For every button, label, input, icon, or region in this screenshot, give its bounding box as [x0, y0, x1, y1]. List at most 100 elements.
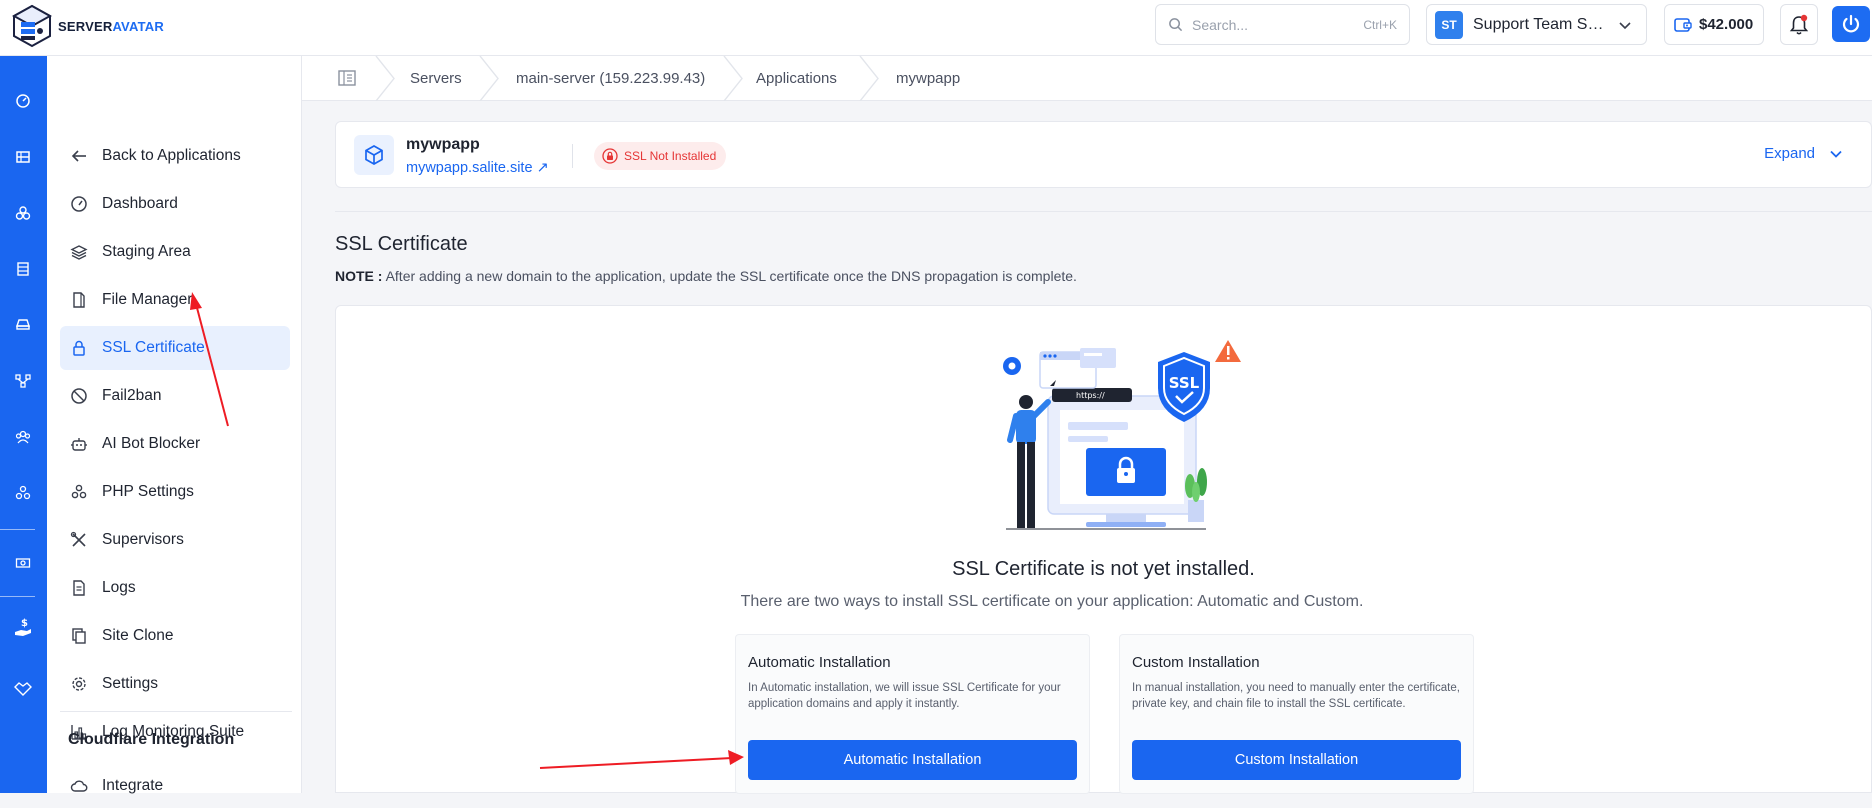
breadcrumb-applications[interactable]: Applications	[756, 56, 837, 101]
svg-text:$: $	[21, 618, 28, 629]
rail-billing-icon[interactable]	[6, 546, 40, 580]
breadcrumb-separator-icon	[479, 56, 499, 101]
app-name: mywpapp	[406, 136, 480, 153]
ssl-illustration: https:// SSL	[1003, 340, 1241, 530]
dns-note: NOTE : After adding a new domain to the …	[335, 268, 1077, 284]
sidebar-item-label: Supervisors	[102, 531, 184, 548]
expand-button[interactable]: Expand	[1764, 145, 1843, 162]
copy-icon	[72, 628, 86, 644]
sidebar-divider	[60, 711, 292, 712]
sidebar-item-logs[interactable]: Logs	[60, 566, 290, 610]
sidebar-item-label: Settings	[102, 675, 159, 692]
brand-name: SERVERAVATAR	[58, 18, 164, 34]
custom-installation-button[interactable]: Custom Installation	[1132, 740, 1461, 780]
sidebar-item-staging-area[interactable]: Staging Area	[60, 230, 290, 274]
rail-storage-icon[interactable]	[6, 307, 40, 341]
option-title: Automatic Installation	[748, 654, 891, 671]
lock-alert-icon	[602, 148, 618, 164]
sidebar-item-label: Integrate	[102, 777, 164, 794]
file-icon	[73, 292, 85, 308]
sidebar-item-label: Back to Applications	[102, 147, 241, 164]
bell-icon	[1789, 14, 1809, 35]
sidebar-item-label: Fail2ban	[102, 387, 162, 404]
rail-support-icon[interactable]	[6, 672, 40, 706]
breadcrumb: Servers main-server (159.223.99.43) Appl…	[302, 56, 1872, 101]
notifications-button[interactable]	[1780, 4, 1818, 45]
svg-text:SSL: SSL	[1169, 374, 1200, 392]
team-name: Support Team Se...	[1473, 15, 1608, 33]
sidebar-item-label: PHP Settings	[102, 483, 194, 500]
sidebar-item-site-clone[interactable]: Site Clone	[60, 614, 290, 658]
power-icon	[1842, 14, 1860, 33]
rail-team-icon[interactable]	[6, 420, 40, 454]
page-title: SSL Certificate	[335, 233, 468, 255]
rail-dashboard-icon[interactable]	[6, 84, 40, 118]
custom-installation-card: Custom Installation In manual installati…	[1119, 634, 1474, 794]
ssl-install-description: There are two ways to install SSL certif…	[740, 593, 1364, 610]
search-shortcut: Ctrl+K	[1363, 17, 1397, 32]
chevron-down-icon	[1619, 21, 1631, 29]
sidebar-item-php-settings[interactable]: PHP Settings	[60, 470, 290, 514]
application-summary-card: mywpapp mywpapp.salite.site ↗ SSL Not In…	[335, 121, 1872, 188]
search-input[interactable]: Search... Ctrl+K	[1155, 4, 1410, 45]
breadcrumb-separator-icon	[723, 56, 743, 101]
sidebar-item-label: Dashboard	[102, 195, 178, 212]
application-sidebar: Back to Applications Dashboard Staging A…	[47, 56, 302, 793]
rail-network-icon[interactable]	[6, 364, 40, 398]
rail-applications-icon[interactable]	[6, 196, 40, 230]
cloudflare-section-heading: Cloudflare Integration	[68, 731, 235, 748]
external-link-icon: ↗	[536, 160, 549, 176]
sidebar-item-integrate[interactable]: Integrate	[60, 764, 290, 808]
sidebar-item-settings[interactable]: Settings	[60, 662, 290, 706]
rail-integrations-icon[interactable]	[6, 476, 40, 510]
rail-servers-icon[interactable]	[6, 140, 40, 174]
chevron-down-icon	[1830, 150, 1842, 158]
breadcrumb-separator-icon	[859, 56, 879, 101]
sidebar-item-label: Staging Area	[102, 243, 191, 260]
sidebar-item-ai-bot-blocker[interactable]: AI Bot Blocker	[60, 422, 290, 466]
sidebar-item-label: Site Clone	[102, 627, 174, 644]
option-title: Custom Installation	[1132, 654, 1260, 671]
breadcrumb-current-app: mywpapp	[896, 70, 961, 87]
divider	[572, 144, 573, 168]
layers-icon	[70, 245, 88, 260]
brand-logo[interactable]: SERVERAVATAR	[12, 4, 164, 48]
gear-icon	[72, 677, 86, 691]
sidebar-item-supervisors[interactable]: Supervisors	[60, 518, 290, 562]
breadcrumb-servers[interactable]: Servers	[410, 56, 462, 101]
gauge-icon	[71, 196, 87, 212]
document-icon	[73, 580, 85, 596]
team-switcher[interactable]: ST Support Team Se...	[1426, 4, 1647, 45]
cloud-icon	[70, 780, 88, 792]
sidebar-item-ssl-certificate[interactable]: SSL Certificate	[60, 326, 290, 370]
ssl-status-badge: SSL Not Installed	[594, 142, 727, 170]
server-avatar-logo-icon	[12, 4, 52, 48]
wallet-balance-button[interactable]: $42.000	[1664, 4, 1764, 45]
team-avatar: ST	[1435, 10, 1463, 39]
breadcrumb-main-server[interactable]: main-server (159.223.99.43)	[516, 56, 705, 101]
top-bar: SERVERAVATAR Search... Ctrl+K ST Support…	[0, 0, 1872, 56]
sidebar-item-back-to-applications[interactable]: Back to Applications	[60, 134, 290, 178]
primary-nav-rail: $	[0, 56, 47, 793]
cube-icon	[354, 135, 394, 175]
sidebar-item-label: SSL Certificate	[102, 339, 205, 356]
automatic-installation-button[interactable]: Automatic Installation	[748, 740, 1077, 780]
search-placeholder: Search...	[1192, 16, 1249, 33]
option-description: In Automatic installation, we will issue…	[748, 682, 1061, 710]
wallet-icon	[1674, 17, 1692, 32]
sidebar-item-fail2ban[interactable]: Fail2ban	[60, 374, 290, 418]
ssl-install-panel: https:// SSL SSL Certificate is not yet	[335, 305, 1872, 794]
rail-payment-icon[interactable]: $	[6, 611, 40, 645]
arrow-left-icon	[71, 150, 86, 162]
rail-databases-icon[interactable]	[6, 252, 40, 286]
sidebar-item-dashboard[interactable]: Dashboard	[60, 182, 290, 226]
account-menu-button[interactable]	[1832, 6, 1870, 42]
sidebar-toggle-icon[interactable]	[338, 70, 356, 91]
robot-icon	[71, 438, 87, 451]
app-domain-link[interactable]: mywpapp.salite.site ↗	[406, 160, 549, 176]
divider	[335, 211, 1872, 212]
sidebar-item-label: AI Bot Blocker	[102, 435, 201, 452]
sidebar-item-file-manager[interactable]: File Manager	[60, 278, 290, 322]
cluster-icon	[71, 484, 87, 499]
balance-amount: $42.000	[1699, 16, 1754, 33]
